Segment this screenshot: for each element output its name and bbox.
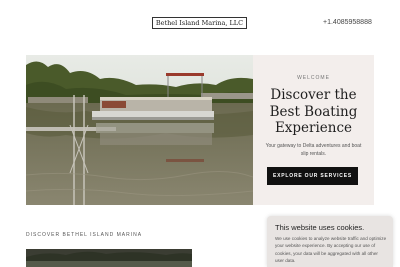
explore-services-button[interactable]: EXPLORE OUR SERVICES [267,167,358,185]
cookie-banner-title: This website uses cookies. [275,223,365,232]
phone-number[interactable]: +1.4085958888 [323,19,372,26]
hero-tagline: Your gateway to Delta adventures and boa… [265,143,362,157]
section-image [26,249,192,267]
cookie-banner: This website uses cookies. We use cookie… [267,216,393,267]
hero-headline: Discover the Best Boating Experience [269,87,358,136]
cookie-banner-text: We use cookies to analyze website traffi… [275,236,387,264]
site-logo[interactable]: Bethel Island Marina, LLC [152,17,247,29]
section-heading: DISCOVER BETHEL ISLAND MARINA [26,232,143,238]
hero-image [26,55,253,205]
hero-eyebrow: WELCOME [297,75,330,81]
hero-card: WELCOME Discover the Best Boating Experi… [253,55,374,205]
